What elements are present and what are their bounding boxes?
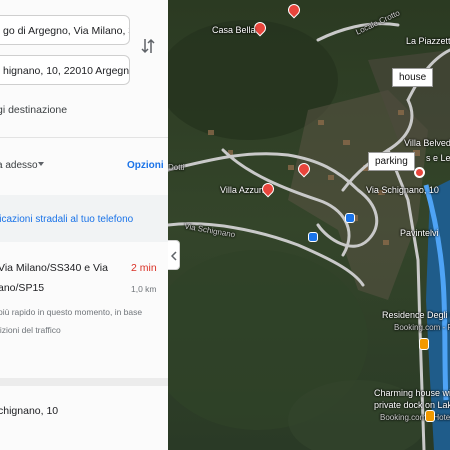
label-villa-belvedere-cont: s e Le... bbox=[426, 153, 450, 163]
add-destination-link[interactable]: gi destinazione bbox=[0, 104, 67, 116]
divider bbox=[0, 378, 168, 386]
swap-icon[interactable] bbox=[141, 37, 155, 55]
label-la-piazzetta[interactable]: La Piazzetta bbox=[406, 36, 450, 46]
destination-input[interactable]: hignano, 10, 22010 Argegno CO bbox=[0, 55, 130, 85]
origin-input[interactable]: go di Argegno, Via Milano, 31-1, 2 bbox=[0, 15, 130, 45]
transit-stop-icon[interactable] bbox=[308, 232, 318, 242]
hotel-marker-icon[interactable] bbox=[425, 410, 435, 422]
label-charming-house[interactable]: Charming house with bbox=[374, 388, 450, 398]
route-option[interactable]: Via Milano/SS340 e Via ano/SP15 2 min 1,… bbox=[0, 254, 168, 374]
label-villa-belvedere[interactable]: Villa Belvedere bbox=[404, 138, 450, 148]
annotation-house: house bbox=[392, 68, 434, 87]
label-residence[interactable]: Residence Degli Gle bbox=[382, 310, 450, 320]
label-via-schignano-10[interactable]: Via Schignano, 10 bbox=[366, 185, 439, 195]
label-residence-sub: Booking.com - Pota bbox=[394, 323, 450, 332]
hotel-marker-icon[interactable] bbox=[419, 338, 429, 350]
route-distance: 1,0 km bbox=[131, 284, 157, 294]
depart-time-dropdown[interactable]: a adesso bbox=[0, 160, 38, 171]
label-charming-house-sub: Booking.com - Hotel bbox=[380, 413, 450, 422]
options-button[interactable]: Opzioni bbox=[127, 160, 164, 171]
route-note-line1: più rapido in questo momento, in base bbox=[0, 307, 143, 317]
send-to-phone-link[interactable]: licazioni stradali al tuo telefono bbox=[0, 214, 133, 225]
destination-step[interactable]: chignano, 10 bbox=[0, 405, 58, 417]
transit-stop-icon[interactable] bbox=[345, 213, 355, 223]
annotation-parking: parking bbox=[368, 152, 415, 171]
label-pavintelvi[interactable]: Pavintelvi bbox=[400, 228, 439, 238]
divider bbox=[0, 137, 168, 138]
chevron-down-icon[interactable] bbox=[38, 162, 44, 166]
satellite-map[interactable]: Casa Bella Locale Crotto La Piazzetta Vi… bbox=[168, 0, 450, 450]
route-via-line2: ano/SP15 bbox=[0, 282, 45, 294]
label-charming-house-cont: private dock on Lake Co... bbox=[374, 400, 450, 410]
label-casa-bella[interactable]: Casa Bella bbox=[212, 25, 256, 35]
label-dotti: Dotti bbox=[168, 163, 185, 172]
directions-panel: go di Argegno, Via Milano, 31-1, 2 higna… bbox=[0, 0, 168, 450]
route-note-line2: lizioni del traffico bbox=[0, 325, 61, 335]
route-via-line1: Via Milano/SS340 e Via bbox=[0, 262, 108, 274]
destination-marker-icon[interactable] bbox=[414, 167, 425, 178]
chevron-left-icon bbox=[171, 251, 177, 261]
route-duration: 2 min bbox=[131, 262, 157, 274]
collapse-panel-button[interactable] bbox=[168, 240, 180, 270]
